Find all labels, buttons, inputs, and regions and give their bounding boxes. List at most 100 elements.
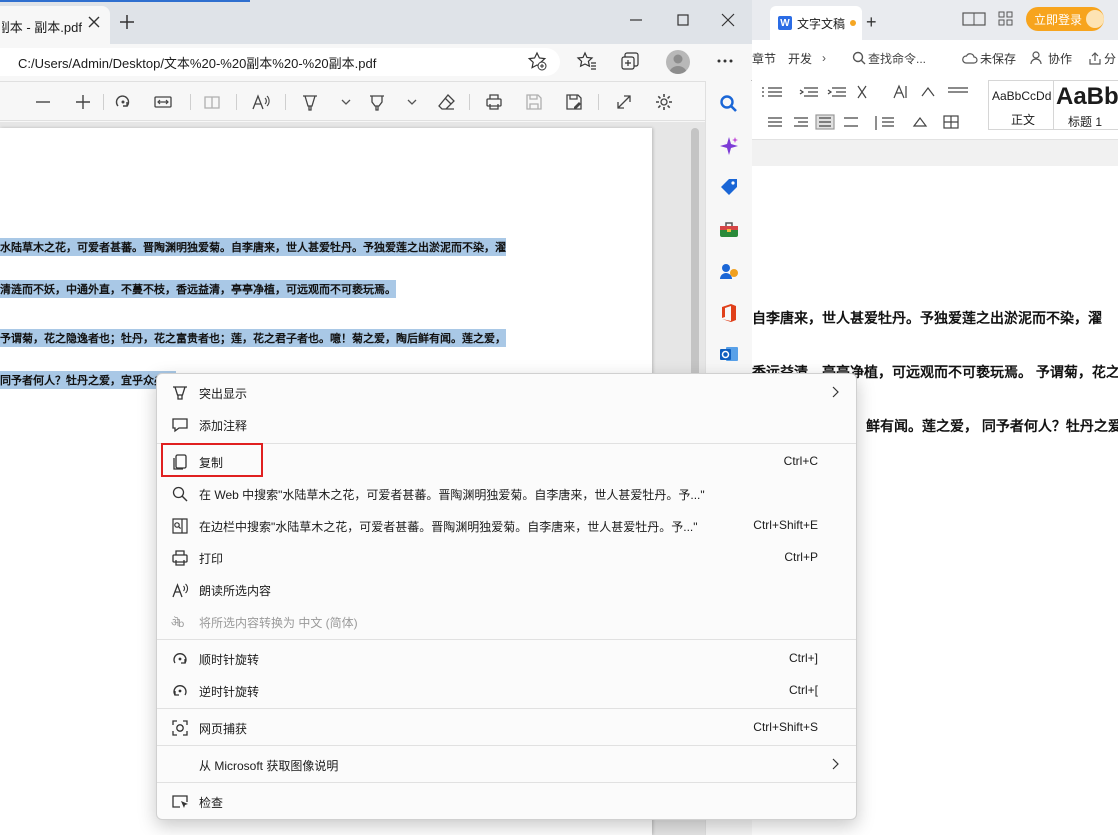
menu-separator bbox=[157, 782, 856, 783]
chevron-down-icon[interactable] bbox=[336, 92, 356, 112]
rotate-ccw-icon bbox=[173, 685, 187, 696]
read-aloud-icon[interactable] bbox=[251, 92, 271, 112]
menu-item-inspect[interactable]: 检查 bbox=[157, 786, 856, 816]
menu-item-search-web[interactable]: 在 Web 中搜索"水陆草木之花，可爱者甚蕃。晋陶渊明独爱菊。自李唐来，世人甚爱… bbox=[157, 478, 856, 508]
translate-icon: ऄb bbox=[171, 616, 184, 630]
settings-icon[interactable] bbox=[654, 92, 674, 112]
zoom-in-icon[interactable] bbox=[73, 92, 93, 112]
share-icon bbox=[1089, 52, 1101, 65]
zoom-out-icon[interactable] bbox=[33, 92, 53, 112]
pdf-text-line[interactable]: 予谓菊，花之隐逸者也；牡丹，花之富贵者也；莲，花之君子者也。噫！菊之爱，陶后鲜有… bbox=[0, 329, 506, 347]
edge-accent-line bbox=[0, 0, 250, 2]
menu-separator bbox=[157, 639, 856, 640]
web-capture-icon bbox=[172, 720, 188, 736]
tools-icon[interactable] bbox=[718, 218, 740, 240]
wps-document-tab[interactable]: W 文字文稿 bbox=[770, 6, 862, 40]
style-heading1[interactable]: AaBb 标题 1 bbox=[1054, 80, 1118, 130]
new-tab-button[interactable] bbox=[118, 13, 136, 31]
rotate-icon[interactable] bbox=[113, 92, 133, 112]
menu-item-read-aloud[interactable]: 朗读所选内容 bbox=[157, 574, 856, 604]
more-options-icon[interactable] bbox=[714, 50, 736, 72]
menu-item-shortcut: Ctrl+C bbox=[783, 454, 818, 468]
menu-item-search-sidebar[interactable]: 在边栏中搜索"水陆草木之花，可爱者甚蕃。晋陶渊明独爱菊。自李唐来，世人甚爱牡丹。… bbox=[157, 510, 856, 540]
profile-avatar[interactable] bbox=[666, 50, 690, 74]
scrollbar-thumb[interactable] bbox=[691, 128, 699, 398]
draw-icon[interactable] bbox=[300, 92, 320, 112]
page-view-icon[interactable] bbox=[202, 92, 222, 112]
wps-new-tab-button[interactable]: + bbox=[866, 12, 877, 33]
comment-icon bbox=[172, 418, 188, 433]
office-icon[interactable] bbox=[718, 302, 740, 324]
sidebar-search-icon bbox=[172, 518, 188, 534]
menu-item-web-capture[interactable]: 网页捕获 Ctrl+Shift+S bbox=[157, 712, 856, 742]
chevron-down-icon[interactable] bbox=[402, 92, 422, 112]
fit-width-icon[interactable] bbox=[153, 92, 173, 112]
highlight-icon[interactable] bbox=[367, 92, 387, 112]
pdf-text-line[interactable]: 清涟而不妖，中通外直，不蔓不枝，香远益清，亭亭净植，可远观而不可亵玩焉。 bbox=[0, 280, 396, 298]
favorites-icon[interactable] bbox=[576, 50, 598, 72]
menu-item-image-description[interactable]: 从 Microsoft 获取图像说明 bbox=[157, 749, 856, 779]
context-menu: 突出显示 添加注释 复制 Ctrl+C 在 Web 中搜索"水陆草木之花，可爱者… bbox=[156, 373, 857, 820]
eraser-icon[interactable] bbox=[437, 92, 457, 112]
read-aloud-icon bbox=[172, 583, 188, 598]
collaborate-button[interactable]: 协作 bbox=[1048, 50, 1072, 67]
style-normal-preview: AaBbCcDd bbox=[992, 89, 1052, 103]
paragraph-tools[interactable] bbox=[754, 82, 974, 134]
pdf-text-line[interactable]: 同予者何人？牡丹之爱，宜乎众矣。 bbox=[0, 371, 176, 389]
menu-item-shortcut: Ctrl+] bbox=[788, 651, 818, 665]
shopping-tag-icon[interactable] bbox=[718, 176, 740, 198]
collaborate-icon bbox=[1030, 51, 1042, 65]
menu-developer[interactable]: 开发 bbox=[788, 50, 812, 67]
close-tab-icon[interactable] bbox=[86, 14, 102, 30]
wps-login-label: 立即登录 bbox=[1034, 12, 1083, 27]
unsaved-status[interactable]: 未保存 bbox=[980, 50, 1016, 67]
pdf-text-line[interactable]: 水陆草木之花，可爱者甚蕃。晋陶渊明独爱菊。自李唐来，世人甚爱牡丹。予独爱莲之出淤… bbox=[0, 238, 506, 256]
save-as-icon[interactable] bbox=[564, 92, 584, 112]
wps-login-button[interactable]: 立即登录 bbox=[1026, 7, 1104, 31]
outlook-icon[interactable] bbox=[718, 343, 740, 365]
menu-more-icon[interactable]: › bbox=[822, 51, 826, 65]
menu-item-label: 从 Microsoft 获取图像说明 bbox=[199, 759, 339, 773]
menu-chapter[interactable]: 章节 bbox=[752, 50, 776, 67]
search-icon[interactable] bbox=[718, 93, 740, 115]
style-normal[interactable]: AaBbCcDd 正文 bbox=[988, 80, 1054, 130]
url-field[interactable]: C:/Users/Admin/Desktop/文本%20-%20副本%20-%2… bbox=[0, 48, 560, 76]
minimize-icon[interactable] bbox=[628, 12, 644, 28]
save-icon[interactable] bbox=[524, 92, 544, 112]
inspect-icon bbox=[172, 795, 188, 808]
print-icon[interactable] bbox=[484, 92, 504, 112]
fullscreen-icon[interactable] bbox=[614, 92, 634, 112]
maximize-icon[interactable] bbox=[675, 12, 691, 28]
menu-item-rotate-counterclockwise[interactable]: 逆时针旋转 Ctrl+[ bbox=[157, 675, 856, 705]
menu-item-add-comment[interactable]: 添加注释 bbox=[157, 409, 856, 439]
rotate-cw-icon bbox=[173, 653, 187, 664]
games-icon[interactable] bbox=[718, 260, 740, 282]
wps-doc-line: 鲜有闻。莲之爱， 同予者何人？牡丹之爱 bbox=[866, 418, 1118, 434]
style-heading1-name: 标题 1 bbox=[1068, 115, 1103, 129]
menu-item-print[interactable]: 打印 Ctrl+P bbox=[157, 542, 856, 572]
wps-page-margin bbox=[752, 140, 1118, 166]
menu-item-translate[interactable]: ऄb 将所选内容转换为 中文 (简体) bbox=[157, 606, 856, 636]
menu-item-label: 逆时针旋转 bbox=[199, 685, 260, 699]
copilot-sparkle-icon[interactable] bbox=[718, 135, 740, 157]
apps-grid-icon[interactable] bbox=[998, 11, 1014, 27]
wps-writer-icon: W bbox=[778, 16, 792, 30]
window-layout-icon[interactable] bbox=[962, 11, 988, 27]
pdf-toolbar bbox=[0, 81, 705, 121]
add-favorite-icon[interactable] bbox=[526, 50, 548, 72]
menu-item-label: 检查 bbox=[199, 796, 224, 810]
cloud-icon bbox=[962, 53, 978, 64]
style-normal-name: 正文 bbox=[1011, 113, 1036, 127]
toolbar-divider bbox=[469, 94, 470, 110]
menu-item-label: 在边栏中搜索"水陆草木之花，可爱者甚蕃。晋陶渊明独爱菊。自李唐来，世人甚爱牡丹。… bbox=[199, 520, 698, 534]
wps-command-search[interactable]: 查找命令... bbox=[868, 50, 926, 67]
wps-doc-line: 自李唐来，世人甚爱牡丹。予独爱莲之出淤泥而不染，濯 bbox=[752, 310, 1102, 326]
close-window-icon[interactable] bbox=[720, 12, 736, 28]
share-button[interactable]: 分 bbox=[1104, 50, 1116, 67]
collections-icon[interactable] bbox=[620, 50, 642, 72]
menu-item-highlight[interactable]: 突出显示 bbox=[157, 377, 856, 407]
toolbar-divider bbox=[285, 94, 286, 110]
menu-item-rotate-clockwise[interactable]: 顺时针旋转 Ctrl+] bbox=[157, 643, 856, 673]
svg-text:b: b bbox=[178, 619, 184, 630]
wps-tab-bar: W 文字文稿 + 立即登录 bbox=[752, 0, 1118, 40]
